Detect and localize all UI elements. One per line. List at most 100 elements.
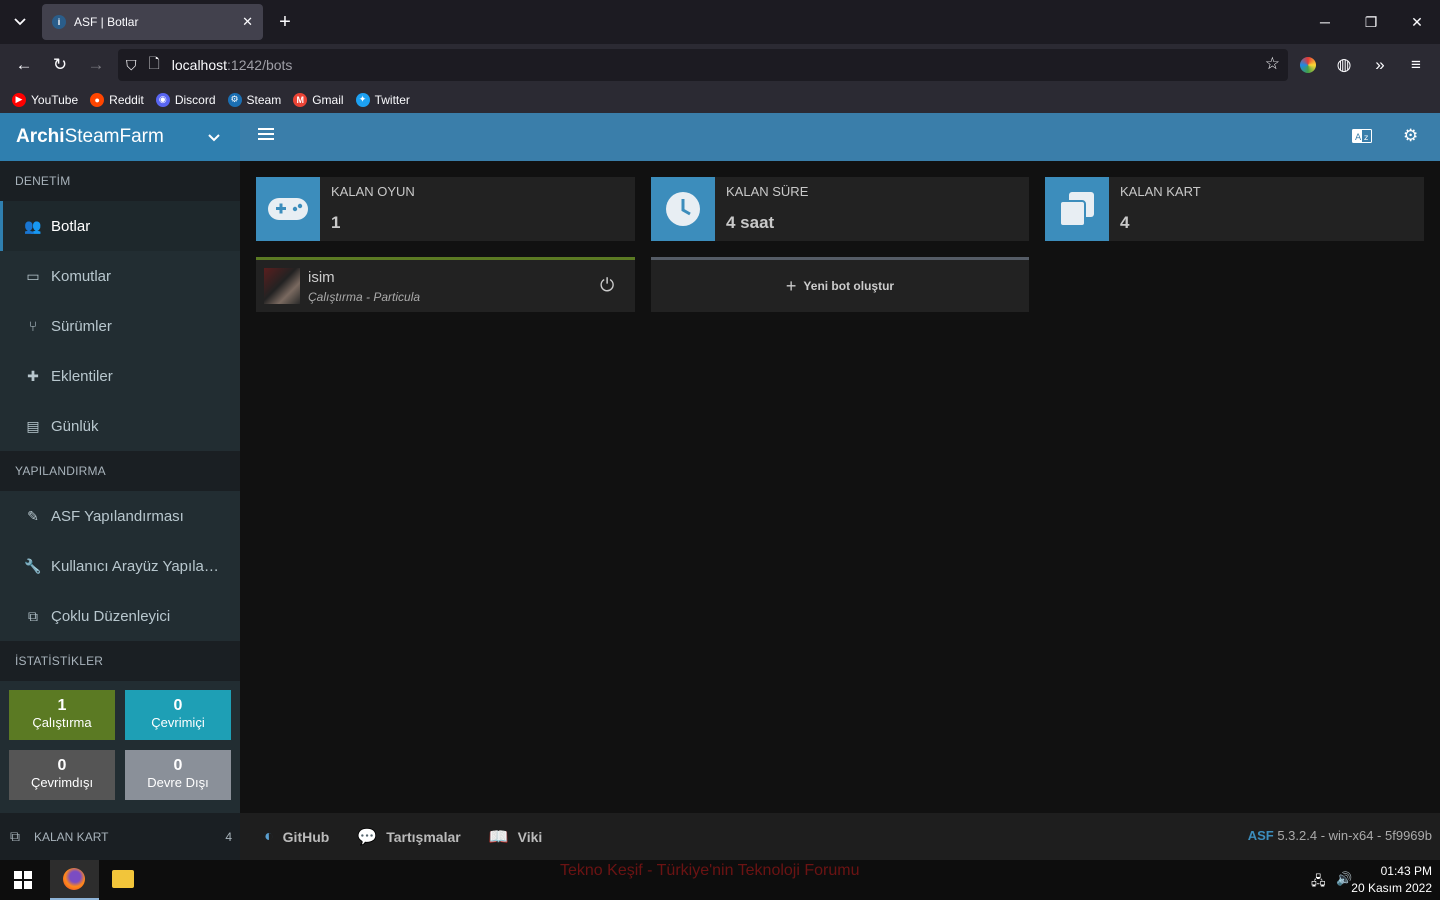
browser-tab-active[interactable]: i ASF | Botlar ✕ [42,4,263,40]
page-footer: ◐ GitHub 💬 Tartışmalar 📖 Viki ASF 5.3.2.4 -… [240,813,1440,860]
sidebar-footer-cards: ⧉ KALAN KART 4 [0,813,240,860]
new-bot-label: Yeni bot oluştur [803,279,895,293]
power-icon[interactable]: ⏻ [600,275,614,296]
stat-online[interactable]: 0 Çevrimiçi [125,690,231,740]
edit-icon: ✎ [27,507,39,524]
windows-start-icon[interactable] [14,871,32,894]
sidebar-item-mass-editor[interactable]: ⧉ Çoklu Düzenleyici [0,591,240,641]
file-explorer-icon[interactable] [112,870,134,888]
steam-icon: ⚙ [227,92,242,107]
taskbar-clock[interactable]: 01:43 PM 20 Kasım 2022 [1351,863,1432,897]
info-box-value: 4 saat [726,213,775,232]
bookmark-gmail[interactable]: M Gmail [293,92,344,107]
reload-button[interactable]: ↻ [45,50,75,80]
clone-icon: ⧉ [10,828,20,844]
book-icon: 📖 [488,828,509,846]
cards-remaining-count: 4 [225,829,232,844]
taskbar-firefox[interactable] [50,860,99,900]
os-taskbar: Tekno Keşif - Türkiye'nin Teknoloji Foru… [0,860,1440,900]
sidebar-item-ui-config[interactable]: 🔧Kullanıcı Arayüz Yapılandırması [0,541,240,591]
info-box-value: 1 [331,213,341,232]
sidebar-item-commands[interactable]: ▭ Komutlar [0,251,240,301]
stat-offline[interactable]: 0 Çevrimdışı [9,750,115,800]
bookmark-steam[interactable]: ⚙ Steam [227,92,281,107]
bookmarks-bar: ▶ YouTube ● Reddit ◉ Discord ⚙ Steam M Gmail … [0,86,1440,113]
plus-icon: + [785,275,797,296]
copy-icon: ⧉ [28,607,38,624]
sidebar-toggle-icon[interactable] [258,127,274,146]
language-icon[interactable]: Az [1352,129,1372,148]
svg-text:A: A [1355,133,1362,143]
watermark-text: Tekno Keşif - Türkiye'nin Teknoloji Foru… [560,862,860,879]
stat-disabled[interactable]: 0 Devre Dışı [125,750,231,800]
brand-logo[interactable]: Archi SteamFarm [0,113,240,161]
network-icon[interactable]: 🖧 [1311,872,1326,894]
sidebar-item-asf-config[interactable]: ✎ ASF Yapılandırması [0,491,240,541]
brand-bold: Archi [16,126,65,147]
bot-status-line: Çalıştırma - Particula [308,290,421,304]
bookmark-youtube[interactable]: ▶ YouTube [12,92,78,107]
close-window-button[interactable]: ✕ [1402,8,1432,36]
bookmark-reddit[interactable]: ● Reddit [90,92,144,107]
extension-icon[interactable] [1293,50,1323,80]
info-box-title: KALAN KART [1120,184,1201,199]
footer-link-wiki[interactable]: 📖 Viki [489,827,543,847]
info-box-title: KALAN SÜRE [726,184,809,199]
shield-icon[interactable]: ⛉ [126,57,137,74]
gamepad-icon [256,177,320,241]
url-host: localhost [171,57,228,73]
firefox-icon [63,868,85,890]
bot-status: Çalıştırma [308,290,363,304]
users-icon: 👥 [24,217,42,234]
restore-button[interactable]: ❐ [1356,8,1386,36]
brand-rest: SteamFarm [64,126,164,147]
overflow-chevrons-icon[interactable]: » [1365,50,1395,80]
volume-icon[interactable]: 🔊 [1336,871,1352,887]
bot-name[interactable]: isim [308,269,335,286]
minimize-button[interactable]: ─ [1310,8,1340,36]
chevron-down-icon[interactable] [208,129,220,145]
bot-card[interactable]: isim Çalıştırma - Particula ⏻ [256,257,635,312]
footer-link-discussions[interactable]: 💬 Tartışmalar [357,827,460,847]
tab-list-button[interactable] [6,8,34,36]
github-icon: ◐ [264,827,274,845]
sidebar-item-releases[interactable]: ⑂ Sürümler [0,301,240,351]
info-box-title: KALAN OYUN [331,184,415,199]
globe-icon[interactable]: ◍ [1329,50,1359,80]
back-button[interactable]: ← [9,50,39,80]
bookmark-star-icon[interactable]: ☆ [1265,54,1280,74]
sidebar-item-bots[interactable]: 👥 Botlar [0,201,240,251]
info-box-time: KALAN SÜRE 4 saat [651,177,1029,241]
comments-icon: 💬 [357,828,378,846]
bot-game: Particula [373,290,421,304]
clone-icon [1045,177,1109,241]
main-content: KALAN OYUN 1 KALAN SÜRE 4 saat KALAN KART 4… [240,161,1440,813]
url-path: :1242/bots [227,57,293,73]
svg-text:z: z [1364,133,1368,142]
sidebar-item-plugins[interactable]: ✚ Eklentiler [0,351,240,401]
section-header-stats: İSTATİSTİKLER [0,641,240,681]
tab-close-icon[interactable]: ✕ [242,14,253,30]
forward-button[interactable]: → [81,50,111,80]
info-box-cards: KALAN KART 4 [1045,177,1424,241]
footer-link-github[interactable]: ◐ GitHub [264,828,329,846]
section-header-config: YAPILANDIRMA [0,451,240,491]
settings-cogs-icon[interactable]: ⚙ [1403,126,1418,146]
discord-icon: ◉ [155,92,170,107]
url-bar[interactable]: ⛉ 🗋 localhost:1242/bots ☆ [118,49,1288,81]
stat-running[interactable]: 1 Çalıştırma [9,690,115,740]
info-box-value: 4 [1120,213,1130,232]
version-info: ASF 5.3.2.4 - win-x64 - 5f9969b [1248,828,1432,843]
browser-tab-bar: i ASF | Botlar ✕ + ─ ❐ ✕ [0,0,1440,44]
chevron-down-icon [14,18,26,26]
new-tab-button[interactable]: + [272,8,298,36]
hamburger-menu-icon[interactable]: ≡ [1401,50,1431,80]
file-icon: ▤ [26,417,40,434]
twitter-icon: ✦ [355,92,370,107]
bookmark-twitter[interactable]: ✦ Twitter [355,92,410,107]
new-bot-button[interactable]: + Yeni bot oluştur [651,257,1029,312]
version-brand[interactable]: ASF [1248,828,1274,843]
sidebar-item-log[interactable]: ▤ Günlük [0,401,240,451]
bookmark-discord[interactable]: ◉ Discord [155,92,216,107]
site-favicon-icon: i [52,15,66,29]
